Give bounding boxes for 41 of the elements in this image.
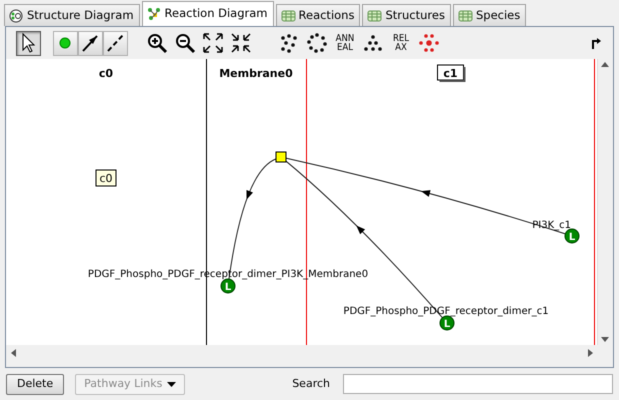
species-node[interactable]: L: [220, 278, 236, 294]
grid-dots-icon: [362, 32, 384, 54]
compartment-label[interactable]: c0: [98, 67, 114, 80]
tool-button[interactable]: [103, 30, 128, 56]
compartment-label[interactable]: c1: [437, 64, 466, 82]
zoom-in-icon: [146, 32, 168, 54]
reaction-node[interactable]: [276, 152, 286, 162]
compartment-label[interactable]: Membrane0: [219, 67, 293, 80]
tool-button[interactable]: [16, 30, 41, 56]
tab[interactable]: Structure Diagram: [4, 4, 140, 26]
shrink-icon: [230, 32, 252, 54]
corner-arrow-icon: [591, 37, 601, 49]
table-icon: [367, 8, 382, 22]
scroll-up-icon: [601, 62, 609, 67]
tab[interactable]: Reaction Diagram: [142, 1, 274, 26]
delete-button[interactable]: Delete: [6, 374, 64, 394]
structure-icon: [9, 8, 24, 22]
species-node[interactable]: L: [564, 228, 580, 244]
tab[interactable]: Species: [452, 4, 526, 26]
species-node[interactable]: L: [440, 316, 454, 330]
radial-dots-icon: [418, 32, 440, 54]
expand-icon: [202, 32, 224, 54]
layout-button[interactable]: ANN EAL: [332, 30, 358, 56]
tool-button[interactable]: [304, 30, 330, 56]
layout-button[interactable]: REL AX: [388, 30, 414, 56]
scroll-right-icon: [588, 348, 593, 356]
circle-dots-icon: [306, 32, 328, 54]
tool-button[interactable]: [78, 30, 103, 56]
scattered-dots-icon: [278, 32, 300, 54]
table-icon: [458, 8, 473, 22]
tab[interactable]: Reactions: [276, 4, 360, 26]
tab[interactable]: Structures: [362, 4, 451, 26]
network-icon: [146, 7, 162, 21]
structure-node[interactable]: c0: [96, 170, 116, 186]
zoom-out-icon: [174, 32, 196, 54]
table-icon: [280, 8, 296, 22]
search-field[interactable]: [343, 374, 613, 394]
caret-icon: [167, 382, 176, 386]
scroll-down-icon: [601, 337, 609, 342]
scroll-left-icon: [11, 348, 16, 356]
search-label: Search: [292, 376, 330, 392]
